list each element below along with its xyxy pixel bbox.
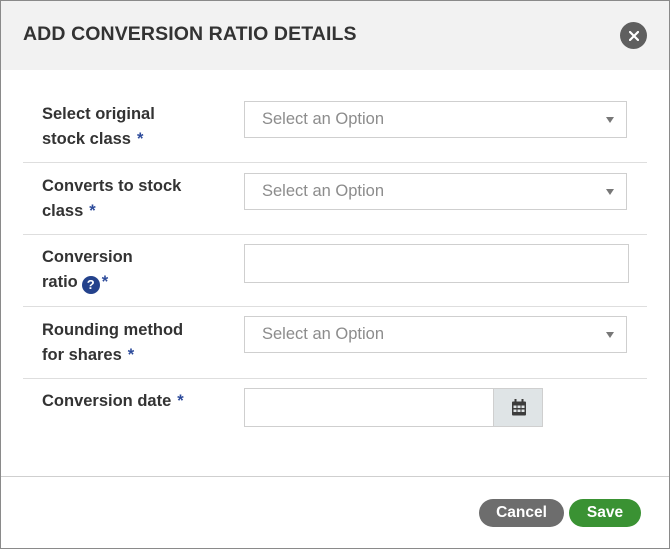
required-marker: * <box>101 273 109 291</box>
original-stock-class-label: Select original stock class * <box>42 105 155 148</box>
required-marker: * <box>127 346 135 364</box>
required-marker: * <box>177 392 184 410</box>
chevron-down-icon <box>606 189 614 195</box>
converts-to-stock-class-row: Converts to stock class * Select an Optio… <box>23 162 647 235</box>
cancel-button[interactable]: Cancel <box>479 499 564 527</box>
conversion-date-row: Conversion date * <box>23 378 647 450</box>
dialog-title: ADD CONVERSION RATIO DETAILS <box>23 23 357 45</box>
footer-divider <box>1 476 669 477</box>
dialog-header: ADD CONVERSION RATIO DETAILS <box>1 1 669 70</box>
calendar-button[interactable] <box>493 388 543 427</box>
help-icon[interactable]: ? <box>81 276 100 294</box>
chevron-down-icon <box>606 332 614 338</box>
converts-to-stock-class-select[interactable]: Select an Option <box>244 173 627 210</box>
converts-to-stock-class-label: Converts to stock class * <box>42 177 182 220</box>
rounding-method-row: Rounding method for shares * Select an Op… <box>23 306 647 379</box>
required-marker: * <box>89 202 96 220</box>
conversion-date-label: Conversion date * <box>42 392 184 410</box>
close-button[interactable] <box>620 22 647 49</box>
close-icon <box>628 30 639 41</box>
add-conversion-ratio-dialog: ADD CONVERSION RATIO DETAILS Select orig… <box>0 0 670 549</box>
save-button[interactable]: Save <box>569 499 641 527</box>
conversion-ratio-label: Conversion ratio? * <box>42 248 133 294</box>
select-placeholder: Select an Option <box>262 182 384 200</box>
conversion-ratio-row: Conversion ratio? * <box>23 234 647 307</box>
conversion-date-input[interactable] <box>244 388 494 427</box>
conversion-ratio-input[interactable] <box>244 244 629 283</box>
original-stock-class-select[interactable]: Select an Option <box>244 101 627 138</box>
calendar-icon <box>512 399 526 416</box>
select-placeholder: Select an Option <box>262 110 384 128</box>
rounding-method-select[interactable]: Select an Option <box>244 316 627 353</box>
original-stock-class-row: Select original stock class * Select an O… <box>23 90 647 163</box>
chevron-down-icon <box>606 117 614 123</box>
rounding-method-label: Rounding method for shares * <box>42 321 184 364</box>
select-placeholder: Select an Option <box>262 325 384 343</box>
required-marker: * <box>136 130 144 148</box>
